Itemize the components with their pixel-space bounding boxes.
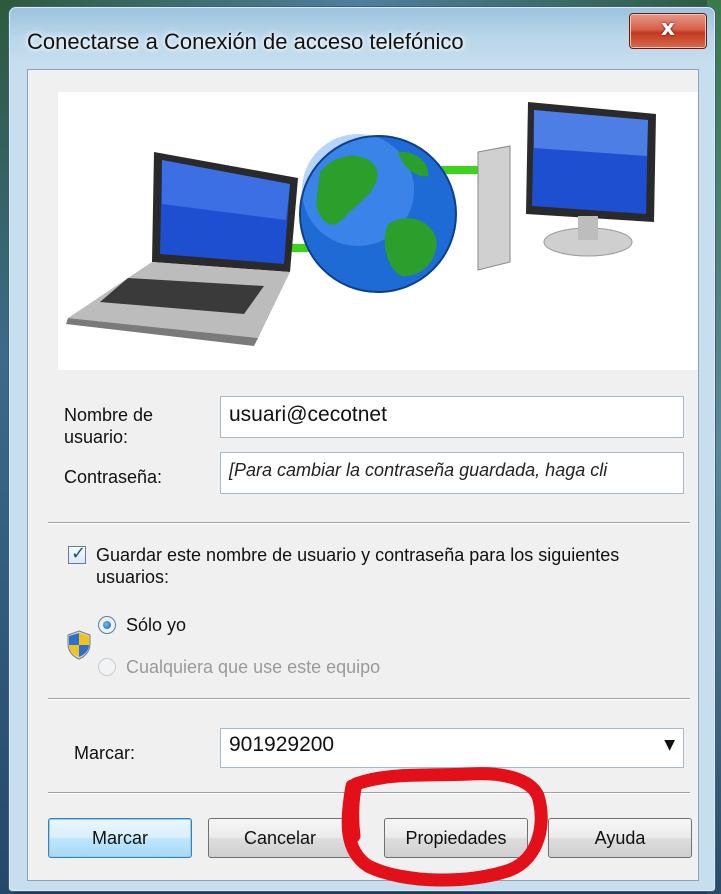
close-icon: x: [660, 16, 676, 41]
username-field[interactable]: usuari@cecotnet: [220, 396, 684, 438]
dial-button[interactable]: Marcar: [48, 818, 192, 858]
properties-button[interactable]: Propiedades: [384, 818, 528, 858]
cancel-button[interactable]: Cancelar: [208, 818, 352, 858]
password-field[interactable]: [Para cambiar la contraseña guardada, ha…: [220, 452, 684, 494]
window-title: Conectarse a Conexión de acceso telefóni…: [27, 29, 464, 54]
desktop-computer-icon: [477, 102, 656, 271]
dial-number-value: 901929200: [229, 733, 335, 756]
radio-only-me-label: Sólo yo: [126, 615, 187, 635]
dialog-content: Nombre de usuario: usuari@cecotnet Contr…: [27, 69, 699, 881]
dialup-connect-dialog: Conectarse a Conexión de acceso telefóni…: [8, 6, 716, 892]
password-label: Contraseña:: [64, 467, 163, 487]
chevron-down-icon[interactable]: ▼: [664, 737, 675, 753]
title-bar[interactable]: Conectarse a Conexión de acceso telefóni…: [9, 7, 715, 69]
close-button[interactable]: x: [629, 13, 707, 49]
username-label: Nombre de usuario:: [64, 405, 154, 447]
separator-1: [48, 522, 690, 524]
dial-number-combobox[interactable]: 901929200 ▼: [220, 728, 684, 768]
connection-banner: [58, 92, 698, 370]
separator-3: [48, 792, 690, 794]
separator-2: [48, 698, 690, 700]
laptop-icon: [66, 152, 298, 346]
dial-label: Marcar:: [74, 743, 136, 763]
save-credentials-label: Guardar este nombre de usuario y contras…: [96, 545, 620, 587]
globe-icon: [299, 134, 457, 293]
checkmark-icon: ✓: [71, 543, 87, 564]
radio-anyone-label: Cualquiera que use este equipo: [126, 657, 381, 677]
radio-anyone[interactable]: [98, 658, 116, 676]
radio-only-me[interactable]: [98, 616, 116, 634]
help-button[interactable]: Ayuda: [548, 818, 692, 858]
uac-shield-icon: [67, 630, 91, 660]
save-credentials-checkbox[interactable]: ✓: [68, 543, 87, 564]
